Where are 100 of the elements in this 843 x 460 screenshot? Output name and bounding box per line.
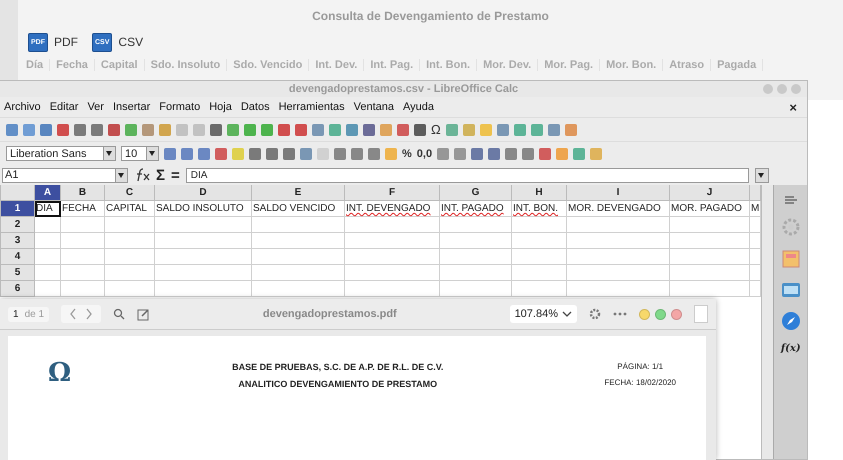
zoom-dropdown[interactable]: 107.84%	[510, 305, 577, 323]
table-cell[interactable]: SALDO INSOLUTO	[155, 201, 252, 217]
table-cell[interactable]: FECHA	[61, 201, 105, 217]
name-box[interactable]: A1	[2, 168, 128, 182]
menu-item[interactable]: Datos	[240, 101, 270, 113]
toolbar-icon[interactable]	[40, 124, 52, 136]
table-cell[interactable]	[61, 281, 105, 297]
toolbar-icon[interactable]	[437, 148, 450, 160]
table-cell[interactable]	[440, 249, 512, 265]
compass-icon[interactable]	[780, 311, 801, 331]
toolbar-icon[interactable]	[215, 148, 227, 160]
table-cell[interactable]	[670, 265, 750, 281]
toolbar-icon[interactable]	[539, 148, 552, 160]
row-header[interactable]: 3	[0, 233, 35, 249]
toolbar-icon[interactable]	[198, 148, 210, 160]
toolbar-icon[interactable]	[363, 124, 375, 136]
window-control-button[interactable]	[639, 308, 650, 320]
toolbar-icon[interactable]	[397, 124, 409, 136]
table-cell[interactable]	[35, 233, 61, 249]
column-header[interactable]: A	[35, 185, 61, 201]
toolbar-icon[interactable]	[505, 148, 518, 160]
formula-input[interactable]: DIA	[186, 168, 749, 182]
table-cell[interactable]	[670, 217, 750, 233]
column-header[interactable]: F	[345, 185, 440, 201]
toolbar-icon[interactable]	[278, 124, 290, 136]
menu-item[interactable]: Ayuda	[403, 101, 434, 113]
table-cell[interactable]	[512, 249, 567, 265]
column-header[interactable]: H	[512, 185, 567, 201]
table-cell[interactable]	[440, 233, 512, 249]
row-header[interactable]: 5	[0, 265, 35, 281]
table-cell[interactable]	[440, 281, 512, 297]
menu-item[interactable]: Ventana	[354, 101, 394, 113]
formula-button[interactable]: Σ	[156, 166, 166, 184]
column-header[interactable]: E	[252, 185, 345, 201]
table-cell[interactable]	[512, 233, 567, 249]
column-header[interactable]: J	[670, 185, 750, 201]
row-header[interactable]: 1	[0, 201, 35, 217]
previous-icon[interactable]	[69, 308, 78, 320]
table-cell[interactable]: MOR. DEVENGADO	[567, 201, 670, 217]
table-cell[interactable]	[252, 281, 345, 297]
window-control-button[interactable]	[655, 308, 666, 320]
next-icon[interactable]	[85, 308, 94, 320]
table-cell[interactable]	[670, 233, 750, 249]
vertical-scrollbar[interactable]	[761, 185, 774, 459]
number-format-button[interactable]: 0,0	[416, 148, 432, 160]
table-cell[interactable]	[670, 249, 750, 265]
toolbar-icon[interactable]	[454, 148, 466, 160]
toolbar-icon[interactable]	[283, 148, 295, 160]
table-cell[interactable]	[35, 217, 61, 233]
toolbar-icon[interactable]	[108, 124, 120, 136]
table-cell[interactable]	[155, 281, 252, 297]
number-format-button[interactable]: %	[402, 148, 412, 160]
table-cell[interactable]	[345, 217, 440, 233]
toolbar-icon[interactable]	[57, 124, 69, 136]
toolbar-icon[interactable]	[488, 148, 500, 160]
toolbar-icon[interactable]	[312, 124, 324, 136]
row-header[interactable]: 6	[0, 281, 35, 297]
table-cell[interactable]	[155, 217, 252, 233]
table-cell[interactable]	[345, 281, 440, 297]
select-all-button[interactable]	[0, 185, 35, 201]
toolbar-icon[interactable]	[548, 124, 560, 136]
table-cell[interactable]: SALDO VENCIDO	[252, 201, 345, 217]
toolbar-icon[interactable]	[91, 124, 103, 136]
toolbar-icon[interactable]	[164, 148, 176, 160]
table-cell[interactable]	[35, 281, 61, 297]
table-cell[interactable]	[440, 217, 512, 233]
toolbar-icon[interactable]	[471, 148, 484, 160]
toolbar-icon[interactable]	[23, 124, 35, 136]
edit-icon[interactable]	[137, 308, 150, 320]
table-cell[interactable]	[345, 249, 440, 265]
table-cell[interactable]	[105, 249, 155, 265]
menu-item[interactable]: Ver	[87, 101, 104, 113]
page-field[interactable]: 1 de 1	[8, 306, 50, 322]
table-cell[interactable]	[512, 217, 567, 233]
table-cell[interactable]	[252, 217, 345, 233]
styles-icon[interactable]	[780, 249, 801, 269]
toolbar-icon[interactable]	[295, 124, 307, 136]
toolbar-icon[interactable]	[249, 148, 261, 160]
table-cell[interactable]	[440, 265, 512, 281]
column-header[interactable]: B	[61, 185, 105, 201]
toolbar-icon[interactable]	[334, 148, 346, 160]
toolbar-icon[interactable]	[6, 124, 18, 136]
toolbar-icon[interactable]	[266, 148, 278, 160]
table-cell[interactable]: MOR. PAGADO	[670, 201, 750, 217]
menu-item[interactable]: Archivo	[4, 101, 41, 113]
table-cell[interactable]	[252, 233, 345, 249]
special-character-button[interactable]: Ω	[431, 122, 441, 137]
toolbar-icon[interactable]	[368, 148, 380, 160]
table-cell[interactable]	[567, 281, 670, 297]
gallery-icon[interactable]	[780, 281, 801, 299]
toolbar-icon[interactable]	[496, 124, 509, 136]
column-header[interactable]: C	[105, 185, 155, 201]
font-size-dropdown[interactable]: 10	[121, 146, 159, 161]
table-cell[interactable]: INT. BON.	[512, 201, 567, 217]
row-header[interactable]: 4	[0, 249, 35, 265]
table-cell[interactable]	[512, 281, 567, 297]
menu-item[interactable]: Herramientas	[278, 101, 345, 113]
table-cell[interactable]	[155, 249, 252, 265]
table-cell[interactable]	[105, 281, 155, 297]
toolbar-icon[interactable]	[414, 124, 426, 136]
